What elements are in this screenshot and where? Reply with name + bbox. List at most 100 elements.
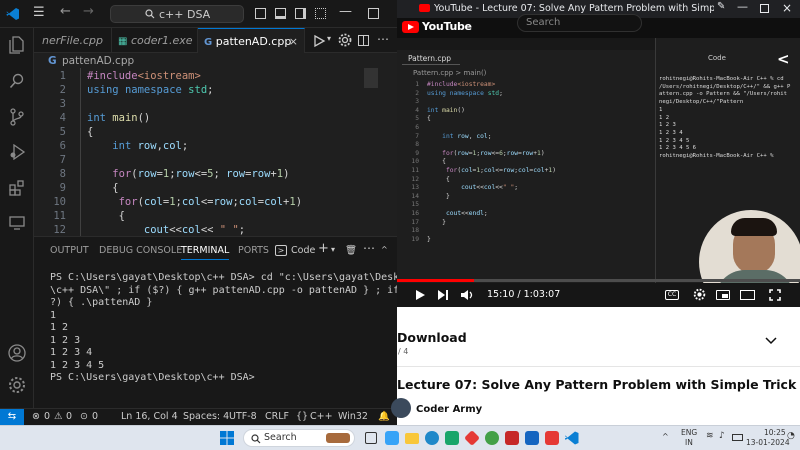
breadcrumb: G pattenAD.cpp	[34, 53, 397, 69]
vid-file-tab-label: Pattern.cpp	[408, 54, 452, 63]
toggle-sidebar-icon[interactable]	[255, 8, 266, 19]
maximize-icon[interactable]	[368, 8, 379, 19]
tab-label: coder1.exe	[130, 34, 193, 47]
edge-browser-icon[interactable]	[425, 431, 439, 445]
vscode-logo-icon[interactable]	[6, 7, 20, 21]
panel-tab-debug-console[interactable]: DEBUG CONSOLE	[99, 245, 182, 256]
tab-nerfile[interactable]: nerFile.cpp	[34, 28, 112, 53]
miniplayer-icon[interactable]	[716, 290, 730, 300]
settings-gear-icon[interactable]	[693, 288, 706, 301]
panel-tab-terminal[interactable]: TERMINAL	[181, 245, 230, 260]
tab-coder1[interactable]: ▦ coder1.exe	[112, 28, 198, 53]
mcafee-icon[interactable]	[505, 431, 519, 445]
panel-tab-ports[interactable]: PORTS	[238, 245, 269, 256]
forward-arrow-icon[interactable]: →	[83, 4, 94, 19]
store-icon[interactable]	[445, 431, 459, 445]
minimap[interactable]	[364, 68, 378, 88]
speaker-icon[interactable]: ♪	[719, 431, 725, 441]
vid-code-line: #include<iostream>	[427, 81, 496, 88]
app-red-icon[interactable]	[464, 430, 480, 446]
video-player[interactable]: Pattern.cpp Pattern.cpp > main() 1 #inclu…	[397, 38, 800, 283]
maximize-icon[interactable]	[760, 4, 769, 13]
fullscreen-icon[interactable]	[769, 289, 781, 301]
next-video-icon[interactable]	[437, 289, 449, 301]
source-control-icon[interactable]	[9, 108, 25, 126]
run-code-icon[interactable]	[312, 34, 326, 48]
terminal-dropdown-icon[interactable]: ▾	[331, 245, 335, 254]
channel-avatar[interactable]	[391, 398, 411, 418]
youtube-app-icon[interactable]	[545, 431, 559, 445]
widgets-icon[interactable]	[385, 431, 399, 445]
run-dropdown-icon[interactable]: ▾	[327, 34, 331, 43]
theater-mode-icon[interactable]	[740, 290, 755, 300]
play-icon[interactable]	[414, 289, 426, 301]
youtube-logo-icon[interactable]	[402, 21, 419, 33]
close-icon[interactable]: ×	[782, 1, 792, 15]
vscode-taskbar-icon[interactable]	[565, 431, 579, 445]
customize-layout-icon[interactable]	[315, 8, 326, 19]
subtitles-icon[interactable]: CC	[665, 290, 679, 300]
cursor-position[interactable]: Ln 16, Col 4	[121, 411, 178, 422]
new-terminal-icon[interactable]: +	[318, 241, 329, 256]
minimize-icon[interactable]: —	[737, 0, 748, 13]
search-sidebar-icon[interactable]	[9, 73, 25, 89]
taskbar-search-box[interactable]: Search	[243, 429, 355, 447]
code-line: int row,col;	[112, 140, 189, 152]
channel-name[interactable]: Coder Army	[416, 404, 482, 415]
terminal-name[interactable]: Code	[291, 245, 315, 256]
platform[interactable]: Win32	[338, 411, 368, 422]
video-time: 15:10 / 1:03:07	[487, 289, 561, 300]
code-editor[interactable]: 1 #include<iostream> 2 using namespace std;…	[34, 68, 397, 236]
menu-icon[interactable]: ☰	[33, 5, 45, 20]
encoding[interactable]: UTF-8	[229, 411, 257, 422]
tray-chevron-icon[interactable]: ^	[662, 432, 669, 441]
command-center-search[interactable]: c++ DSA	[110, 5, 244, 23]
remote-indicator-icon[interactable]: ⇆	[0, 409, 24, 426]
minimize-icon[interactable]: —	[339, 4, 352, 19]
download-card[interactable]: Download / 4	[397, 307, 800, 367]
panel-tab-output[interactable]: OUTPUT	[50, 245, 89, 256]
app-blue-icon[interactable]	[525, 431, 539, 445]
line-endings[interactable]: CRLF	[265, 411, 289, 422]
language-mode[interactable]: C++	[310, 411, 333, 422]
chrome-icon[interactable]	[485, 431, 499, 445]
terminal-output[interactable]: PS C:\Users\gayat\Desktop\c++ DSA> cd "c…	[50, 272, 417, 385]
split-editor-icon[interactable]	[358, 35, 369, 46]
input-language[interactable]: ENG	[681, 428, 697, 437]
youtube-search-box[interactable]: Search	[517, 14, 642, 32]
notification-icon[interactable]: ◔	[787, 431, 795, 441]
kill-terminal-icon[interactable]: 🗑	[345, 245, 357, 256]
close-tab-icon[interactable]: ×	[289, 29, 298, 53]
toggle-panel-icon[interactable]	[275, 8, 286, 19]
tab-pattenad[interactable]: G pattenAD.cpp ×	[198, 28, 305, 53]
explorer-icon[interactable]	[9, 36, 25, 54]
run-debug-icon[interactable]	[9, 144, 26, 160]
chevron-down-icon[interactable]	[765, 337, 777, 345]
more-actions-icon[interactable]: ⋯	[377, 32, 389, 46]
wifi-icon[interactable]: ≋	[706, 431, 714, 441]
ports-icon[interactable]: ⊙	[80, 411, 88, 422]
breadcrumb-file[interactable]: pattenAD.cpp	[62, 55, 134, 67]
clock-time[interactable]: 10:25	[764, 428, 786, 437]
clock-date[interactable]: 13-01-2024	[746, 438, 790, 447]
file-explorer-icon[interactable]	[405, 433, 419, 444]
remote-explorer-icon[interactable]	[9, 216, 25, 230]
toggle-secondary-sidebar-icon[interactable]	[295, 8, 306, 19]
gear-icon[interactable]	[338, 33, 352, 47]
extension-icon[interactable]: ✎	[717, 1, 725, 12]
windows-start-icon[interactable]	[220, 431, 234, 445]
maximize-panel-icon[interactable]: ^	[381, 245, 388, 254]
back-arrow-icon[interactable]: ←	[60, 4, 71, 19]
account-icon[interactable]	[8, 344, 26, 362]
volume-icon[interactable]	[460, 289, 474, 301]
panel-more-icon[interactable]: ⋯	[363, 241, 375, 255]
settings-gear-icon[interactable]	[8, 376, 26, 394]
vid-code-line: for(col=1;col<=row;col=col+1)	[445, 167, 556, 174]
notifications-bell-icon[interactable]: 🔔	[378, 411, 390, 422]
errors-icon[interactable]: ⊗	[32, 411, 40, 422]
indentation[interactable]: Spaces: 4	[183, 411, 229, 422]
task-view-icon[interactable]	[365, 432, 377, 444]
battery-icon[interactable]	[732, 434, 743, 441]
extensions-icon[interactable]	[9, 180, 25, 196]
warning-icon[interactable]: ⚠	[54, 411, 63, 422]
